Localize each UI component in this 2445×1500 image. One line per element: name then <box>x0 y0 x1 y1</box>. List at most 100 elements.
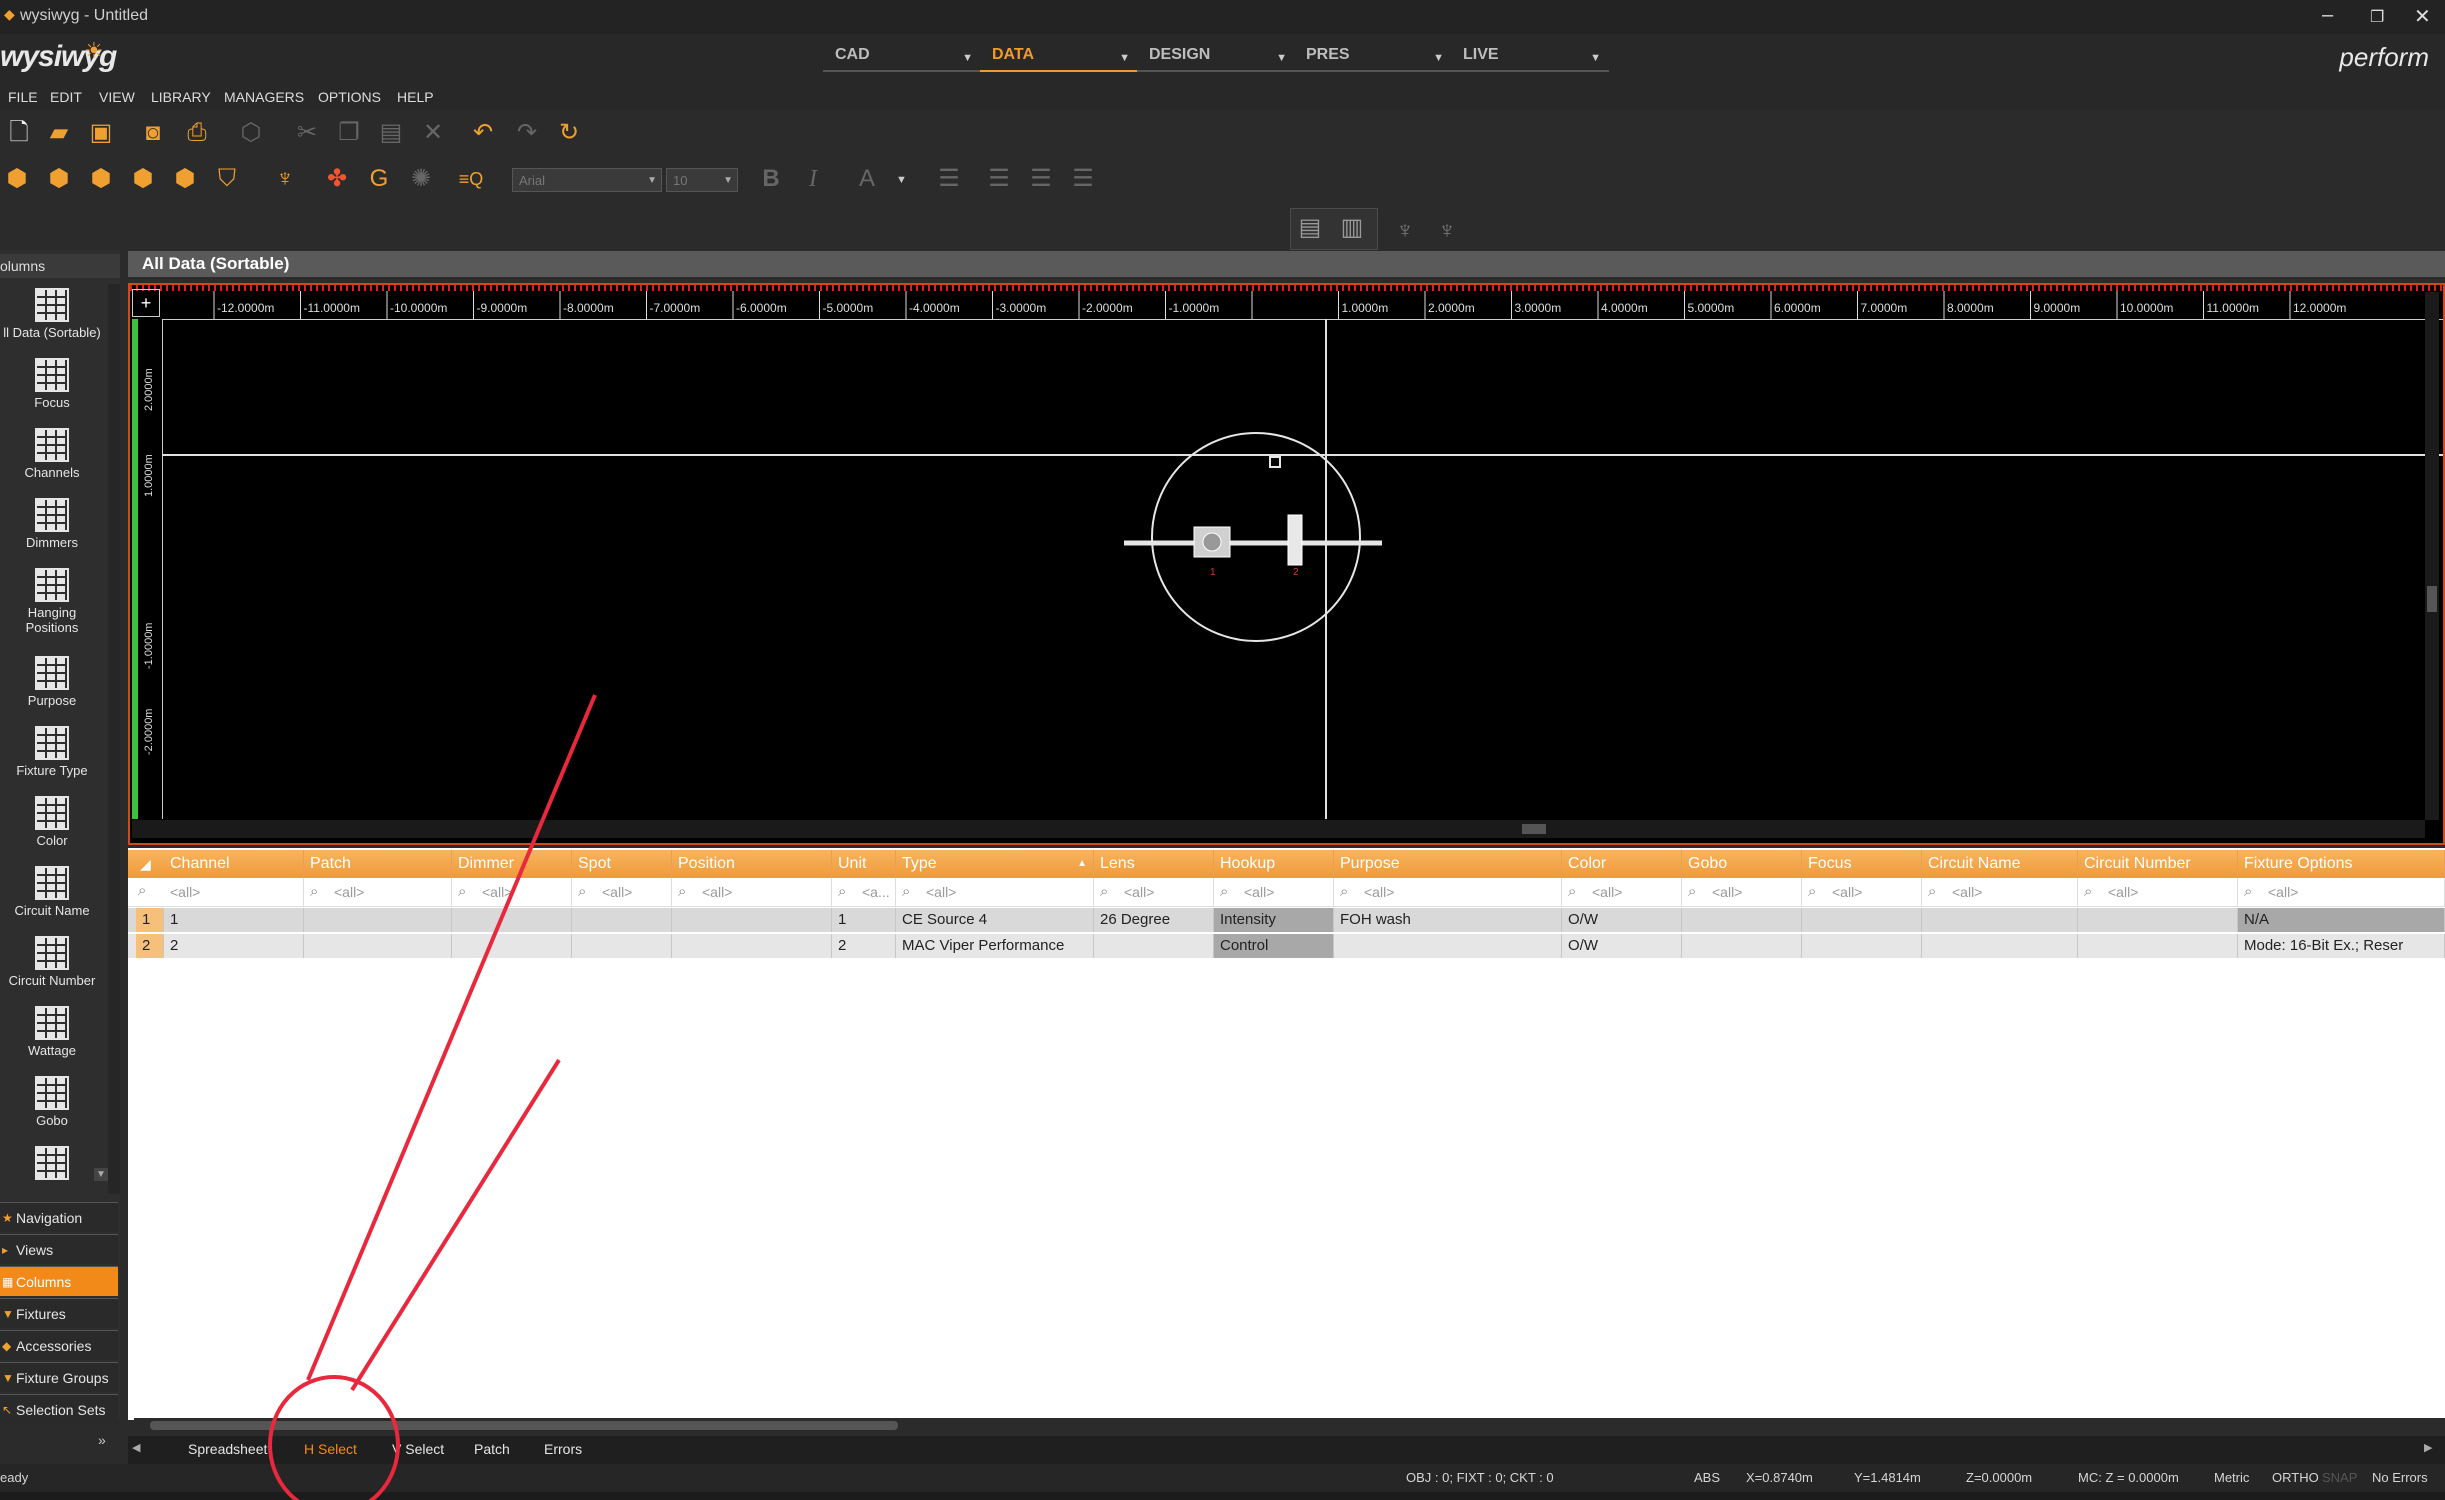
status-ortho[interactable]: ORTHO <box>2272 1470 2319 1485</box>
save-icon[interactable]: ▣ <box>86 118 116 148</box>
filter-hookup[interactable]: ⌕ <all> <box>1214 878 1334 906</box>
panel-expand-icon[interactable]: » <box>98 1432 106 1448</box>
tab-cad[interactable]: CAD ▼ <box>823 46 981 72</box>
fixture-mac-viper[interactable] <box>1287 514 1303 566</box>
nav-fixtures[interactable]: ▼ Fixtures <box>0 1298 118 1328</box>
fixture-cube-5-icon[interactable]: ⬢ <box>170 164 200 194</box>
menu-options[interactable]: OPTIONS <box>318 89 381 105</box>
refresh-icon[interactable]: ↻ <box>554 118 584 148</box>
text-color-icon[interactable]: A <box>852 164 882 194</box>
cell-circuit-number[interactable] <box>2078 934 2238 958</box>
header-circuit-name[interactable]: Circuit Name <box>1922 850 2078 878</box>
column-item-more[interactable] <box>0 1142 104 1188</box>
cell-position[interactable] <box>672 934 832 958</box>
tab-errors[interactable]: Errors <box>544 1441 582 1457</box>
column-item-color[interactable]: Color <box>0 792 104 862</box>
cell-unit[interactable]: 2 <box>832 934 896 958</box>
fixture-cube-2-icon[interactable]: ⬢ <box>44 164 74 194</box>
column-item-gobo[interactable]: Gobo <box>0 1072 104 1142</box>
paste-icon[interactable]: ▤ <box>376 118 406 148</box>
nav-fixture-groups[interactable]: ▼ Fixture Groups <box>0 1362 118 1392</box>
new-file-icon[interactable]: 🗋 <box>4 118 34 148</box>
align-right-icon[interactable]: ☰ <box>1068 164 1098 194</box>
filter-search-icon[interactable]: ⌕ <box>138 882 146 899</box>
nav-views[interactable]: ▸ Views <box>0 1234 118 1264</box>
filter-unit[interactable]: ⌕ <a... <box>832 878 896 906</box>
menu-view[interactable]: VIEW <box>99 89 135 105</box>
chevron-down-icon[interactable]: ▼ <box>896 174 907 186</box>
minimize-icon[interactable]: – <box>2322 4 2333 27</box>
cell-dimmer[interactable] <box>452 908 572 932</box>
cell-purpose[interactable] <box>1334 934 1562 958</box>
nav-accessories[interactable]: ◆ Accessories <box>0 1330 118 1360</box>
italic-icon[interactable]: I <box>798 164 828 194</box>
viewport-hscroll[interactable] <box>132 820 2425 838</box>
menu-edit[interactable]: EDIT <box>50 89 82 105</box>
filter-circuit-number[interactable]: ⌕ <all> <box>2078 878 2238 906</box>
cell-spot[interactable] <box>572 934 672 958</box>
trophy-outline-2-icon[interactable]: ♆ <box>1432 216 1462 246</box>
filter-lens[interactable]: ⌕ <all> <box>1094 878 1214 906</box>
row-number[interactable]: 1 <box>136 908 164 932</box>
undo-icon[interactable]: ↶ <box>468 118 498 148</box>
column-item-dimmers[interactable]: Dimmers <box>0 494 104 564</box>
table-row[interactable]: 1 1 1 CE Source 4 26 Degree Intensity FO… <box>128 908 2445 932</box>
filter-patch[interactable]: ⌕ <all> <box>304 878 452 906</box>
bold-icon[interactable]: B <box>756 164 786 194</box>
tab-live[interactable]: LIVE ▼ <box>1451 46 1609 72</box>
filter-focus[interactable]: ⌕ <all> <box>1802 878 1922 906</box>
header-patch[interactable]: Patch <box>304 850 452 878</box>
rotation-handle[interactable] <box>1269 456 1281 468</box>
row-number[interactable]: 2 <box>136 934 164 958</box>
color-wheel-icon[interactable]: ✤ <box>322 164 352 194</box>
column-item-channels[interactable]: Channels <box>0 424 104 494</box>
tab-scroll-left-icon[interactable]: ◀ <box>132 1441 140 1454</box>
cell-purpose[interactable]: FOH wash <box>1334 908 1562 932</box>
print-preview-icon[interactable]: ◙ <box>138 118 168 148</box>
vertical-split-icon[interactable]: ▥ <box>1337 213 1367 243</box>
header-type[interactable]: Type ▲ <box>896 850 1094 878</box>
status-units[interactable]: Metric <box>2214 1470 2249 1485</box>
tab-v-select[interactable]: V Select <box>392 1441 444 1457</box>
cell-circuit-name[interactable] <box>1922 934 2078 958</box>
filter-purpose[interactable]: ⌕ <all> <box>1334 878 1562 906</box>
tab-pres[interactable]: PRES ▼ <box>1294 46 1452 72</box>
align-left-block-icon[interactable]: ☰ <box>934 164 964 194</box>
header-unit[interactable]: Unit <box>832 850 896 878</box>
restore-icon[interactable]: ❐ <box>2370 7 2384 27</box>
header-hookup[interactable]: Hookup <box>1214 850 1334 878</box>
library-icon[interactable]: ⬡ <box>236 118 266 148</box>
cell-color[interactable]: O/W <box>1562 908 1682 932</box>
tab-h-select[interactable]: H Select <box>304 1441 357 1457</box>
nav-navigation[interactable]: ★ Navigation <box>0 1202 118 1232</box>
cell-color[interactable]: O/W <box>1562 934 1682 958</box>
filter-gobo[interactable]: ⌕ <all> <box>1682 878 1802 906</box>
fixture-cube-4-icon[interactable]: ⬢ <box>128 164 158 194</box>
cell-fixture-options[interactable]: Mode: 16-Bit Ex.; Reser <box>2238 934 2445 958</box>
nav-columns[interactable]: ▦ Columns <box>0 1266 118 1296</box>
gobo-g-icon[interactable]: G <box>364 164 394 194</box>
tab-data[interactable]: DATA ▼ <box>980 46 1138 72</box>
filter-circuit-name[interactable]: ⌕ <all> <box>1922 878 2078 906</box>
header-fixture-options[interactable]: Fixture Options <box>2238 850 2445 878</box>
align-left-icon[interactable]: ☰ <box>984 164 1014 194</box>
cell-channel[interactable]: 1 <box>164 908 304 932</box>
tab-scroll-right-icon[interactable]: ▶ <box>2424 1441 2432 1454</box>
cell-fixture-options[interactable]: N/A <box>2238 908 2445 932</box>
status-snap[interactable]: SNAP <box>2322 1470 2357 1485</box>
eq-icon[interactable]: ≡Q <box>456 164 486 194</box>
cell-lens[interactable] <box>1094 934 1214 958</box>
font-size-select[interactable]: 10 ▼ <box>666 168 738 192</box>
column-item-focus[interactable]: Focus <box>0 354 104 424</box>
trophy-icon[interactable]: ♆ <box>270 164 300 194</box>
header-focus[interactable]: Focus <box>1802 850 1922 878</box>
viewport-vscroll-thumb[interactable] <box>2427 586 2437 612</box>
header-channel[interactable]: Channel <box>164 850 304 878</box>
scroll-down-icon[interactable]: ▼ <box>94 1168 108 1181</box>
cell-circuit-number[interactable] <box>2078 908 2238 932</box>
grid-hscroll-thumb[interactable] <box>150 1421 898 1430</box>
print-icon[interactable]: ⎙ <box>182 118 212 148</box>
cell-hookup[interactable]: Intensity <box>1214 908 1334 932</box>
nav-selection-sets[interactable]: ↖ Selection Sets <box>0 1394 118 1424</box>
header-circuit-number[interactable]: Circuit Number <box>2078 850 2238 878</box>
